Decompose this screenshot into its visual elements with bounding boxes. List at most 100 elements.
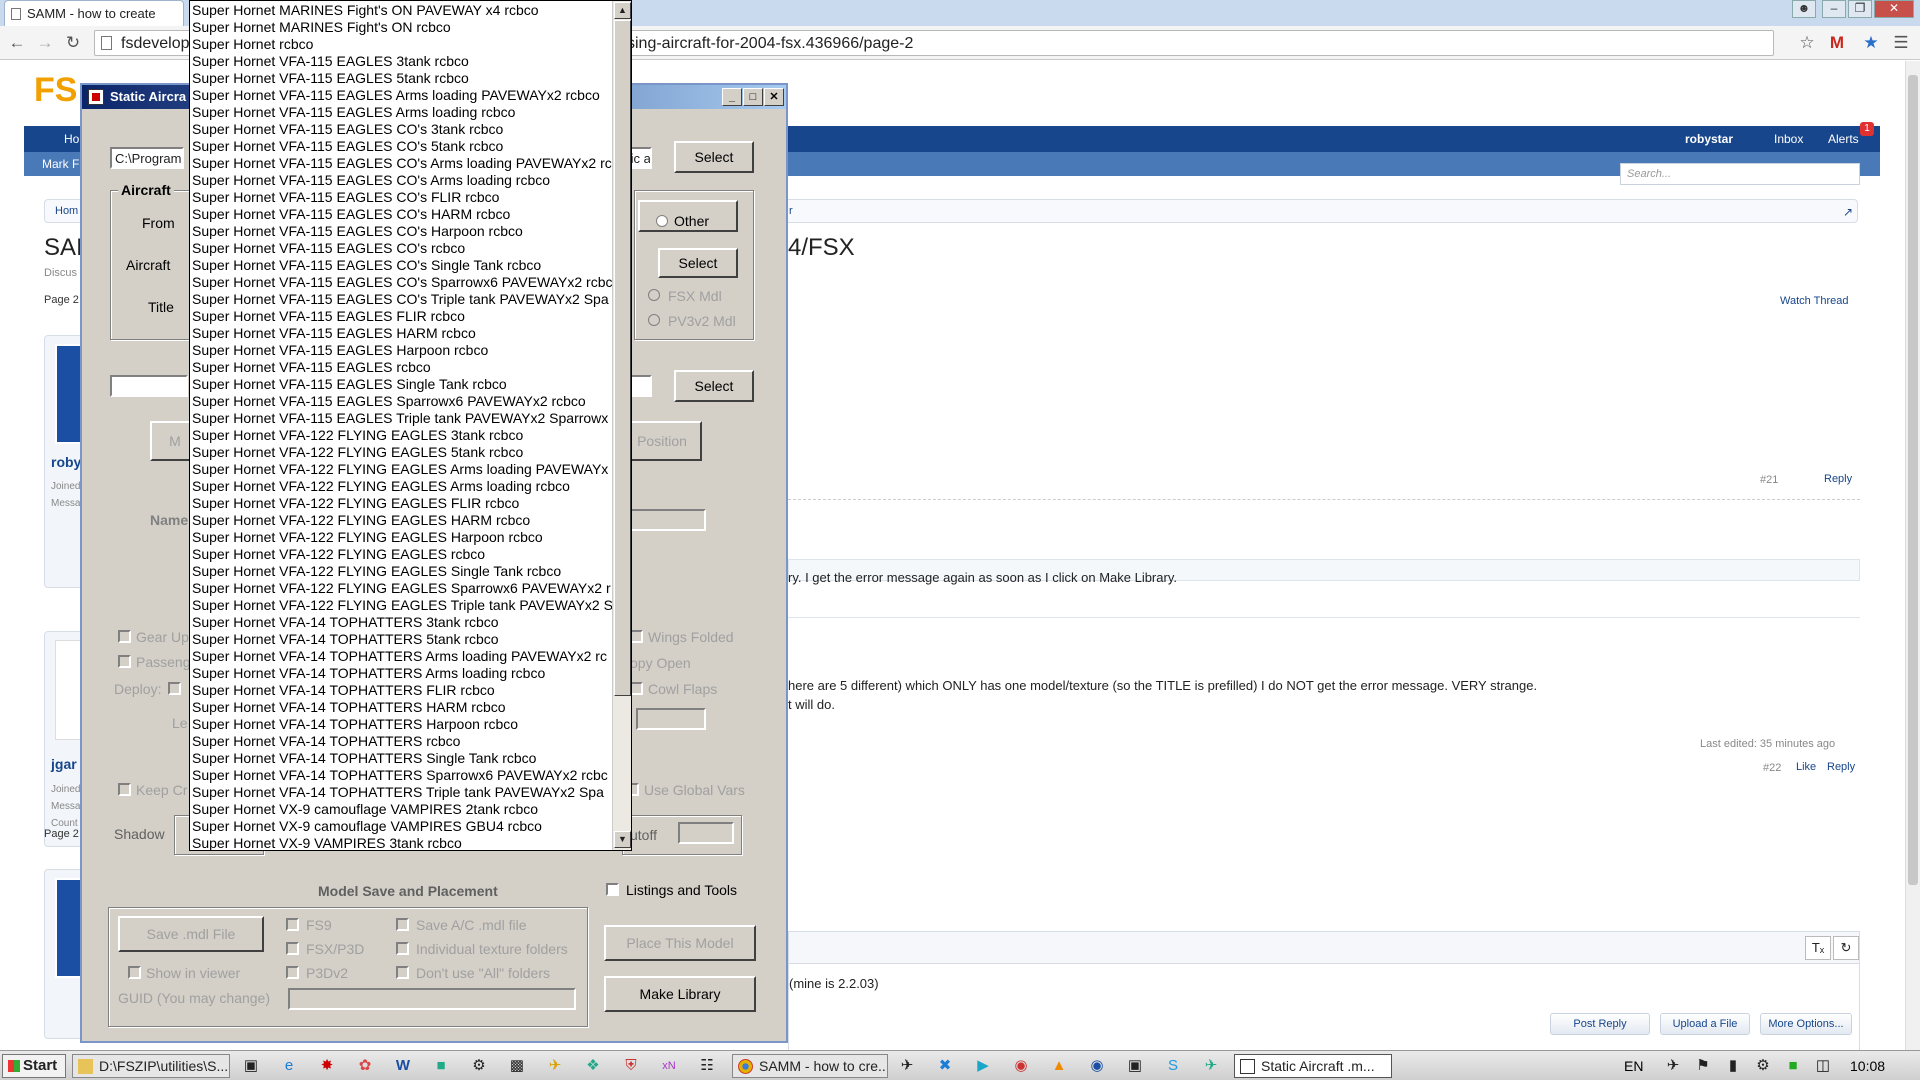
dropdown-item[interactable]: Super Hornet VFA-115 EAGLES CO's rcbco	[190, 240, 612, 257]
taskbar-explorer[interactable]: D:\FSZIP\utilities\S...	[72, 1054, 230, 1078]
subnav-mark[interactable]: Mark F	[42, 157, 79, 171]
guid-input[interactable]	[288, 988, 576, 1010]
nav-user[interactable]: robystar	[1685, 132, 1733, 146]
dialog-maximize-button[interactable]: □	[743, 88, 763, 106]
deploy-value-input[interactable]	[636, 708, 706, 730]
app-icon[interactable]: ■	[432, 1057, 450, 1075]
individual-texture-checkbox[interactable]	[396, 942, 409, 955]
name-input[interactable]	[622, 509, 706, 531]
app-icon[interactable]: ✿	[356, 1057, 374, 1075]
dropdown-item[interactable]: Super Hornet VFA-122 FLYING EAGLES 5tank…	[190, 444, 612, 461]
place-this-model-button[interactable]: Place This Model	[604, 925, 756, 961]
app-icon[interactable]: ▣	[1126, 1057, 1144, 1075]
dropdown-item[interactable]: Super Hornet VFA-115 EAGLES CO's Sparrow…	[190, 274, 612, 291]
app-icon[interactable]: ✈	[1202, 1057, 1220, 1075]
dropdown-item[interactable]: Super Hornet VFA-115 EAGLES CO's Arms lo…	[190, 172, 612, 189]
gmail-icon[interactable]: M	[1826, 32, 1848, 54]
dropdown-item[interactable]: Super Hornet VFA-122 FLYING EAGLES 3tank…	[190, 427, 612, 444]
app-icon[interactable]: ❖	[584, 1057, 602, 1075]
app-icon[interactable]: xN	[660, 1057, 678, 1075]
dropdown-item[interactable]: Super Hornet VFA-115 EAGLES CO's Triple …	[190, 291, 612, 308]
fsx-mdl-radio[interactable]	[648, 289, 660, 301]
page-scrollbar[interactable]	[1905, 61, 1920, 1050]
site-logo[interactable]: FS	[34, 71, 77, 110]
dropdown-item[interactable]: Super Hornet VFA-122 FLYING EAGLES Singl…	[190, 563, 612, 580]
select-aircraft-button[interactable]: Select	[658, 248, 738, 278]
select-path-button[interactable]: Select	[674, 141, 754, 173]
dropdown-scrollbar[interactable]: ▲ ▼	[612, 1, 631, 850]
skype-icon[interactable]: S	[1164, 1057, 1182, 1075]
dropdown-item[interactable]: Super Hornet VX-9 VAMPIRES 3tank rcbco	[190, 835, 612, 850]
cutoff-input[interactable]	[678, 822, 734, 844]
app-icon[interactable]: ◉	[1088, 1057, 1106, 1075]
dropdown-item[interactable]: Super Hornet VFA-122 FLYING EAGLES HARM …	[190, 512, 612, 529]
app-icon[interactable]: ☷	[698, 1057, 716, 1075]
dropdown-item[interactable]: Super Hornet VX-9 camouflage VAMPIRES GB…	[190, 818, 612, 835]
dropdown-item[interactable]: Super Hornet VFA-115 EAGLES rcbco	[190, 359, 612, 376]
app-icon[interactable]: ⛨	[622, 1057, 640, 1075]
dropdown-item[interactable]: Super Hornet VFA-115 EAGLES Arms loading…	[190, 104, 612, 121]
dont-use-all-checkbox[interactable]	[396, 966, 409, 979]
dropdown-item[interactable]: Super Hornet VFA-115 EAGLES Sparrowx6 PA…	[190, 393, 612, 410]
other-radio[interactable]	[656, 215, 668, 227]
vlc-icon[interactable]: ▲	[1050, 1057, 1068, 1075]
fs9-checkbox[interactable]	[286, 918, 299, 931]
dropdown-item[interactable]: Super Hornet VFA-115 EAGLES CO's 5tank r…	[190, 138, 612, 155]
minimize-button[interactable]: –	[1822, 0, 1846, 18]
dropdown-item[interactable]: Super Hornet MARINES Fight's ON PAVEWAY …	[190, 2, 612, 19]
library-path-input[interactable]: C:\Program F	[110, 147, 184, 169]
reply-link-22[interactable]: Reply	[1827, 761, 1855, 773]
quicklaunch-icon[interactable]: ▣	[242, 1057, 260, 1075]
dropdown-item[interactable]: Super Hornet VFA-14 TOPHATTERS Arms load…	[190, 648, 612, 665]
media-icon[interactable]: ▶	[974, 1057, 992, 1075]
dropdown-item[interactable]: Super Hornet VFA-14 TOPHATTERS FLIR rcbc…	[190, 682, 612, 699]
dropdown-item[interactable]: Super Hornet VFA-14 TOPHATTERS Harpoon r…	[190, 716, 612, 733]
app-icon[interactable]: ✈	[546, 1057, 564, 1075]
dropdown-item[interactable]: Super Hornet VFA-14 TOPHATTERS 3tank rcb…	[190, 614, 612, 631]
app-icon[interactable]: ⚙	[470, 1057, 488, 1075]
nav-inbox[interactable]: Inbox	[1774, 132, 1803, 146]
browser-tab-samm[interactable]: SAMM - how to create	[4, 0, 184, 26]
dropdown-item[interactable]: Super Hornet VX-9 camouflage VAMPIRES 2t…	[190, 801, 612, 818]
dropdown-item[interactable]: Super Hornet VFA-14 TOPHATTERS Single Ta…	[190, 750, 612, 767]
language-indicator[interactable]: EN	[1624, 1058, 1643, 1074]
word-icon[interactable]: W	[394, 1057, 412, 1075]
select-title-button[interactable]: Select	[674, 370, 754, 402]
dropdown-item[interactable]: Super Hornet VFA-122 FLYING EAGLES FLIR …	[190, 495, 612, 512]
position-button[interactable]: Position	[622, 421, 702, 461]
scroll-down-icon[interactable]: ▼	[614, 831, 631, 848]
dropdown-item[interactable]: Super Hornet VFA-115 EAGLES 3tank rcbco	[190, 53, 612, 70]
dropdown-item[interactable]: Super Hornet VFA-115 EAGLES Harpoon rcbc…	[190, 342, 612, 359]
post-reply-button[interactable]: Post Reply	[1550, 1013, 1650, 1035]
deploy-checkbox[interactable]	[168, 682, 181, 695]
scrollbar-thumb[interactable]	[1908, 75, 1918, 885]
keep-crew-checkbox[interactable]	[118, 783, 131, 796]
fsx-p3d-checkbox[interactable]	[286, 942, 299, 955]
p3dv2-checkbox[interactable]	[286, 966, 299, 979]
save-mdl-button[interactable]: Save .mdl File	[118, 916, 264, 952]
dropdown-item[interactable]: Super Hornet VFA-115 EAGLES FLIR rcbco	[190, 308, 612, 325]
app-icon[interactable]: ◉	[1012, 1057, 1030, 1075]
more-options-button[interactable]: More Options...	[1760, 1013, 1852, 1035]
make-library-button[interactable]: Make Library	[604, 976, 756, 1012]
username-jgar[interactable]: jgar	[51, 756, 77, 772]
start-button[interactable]: Start	[2, 1054, 66, 1078]
back-icon[interactable]: ←	[6, 32, 28, 54]
dropdown-item[interactable]: Super Hornet VFA-115 EAGLES CO's FLIR rc…	[190, 189, 612, 206]
watch-thread-link[interactable]: Watch Thread	[1780, 295, 1848, 307]
nav-home[interactable]: Ho	[64, 132, 79, 146]
nav-alerts[interactable]: Alerts	[1828, 132, 1859, 146]
dropdown-item[interactable]: Super Hornet VFA-14 TOPHATTERS HARM rcbc…	[190, 699, 612, 716]
tray-icon[interactable]: ■	[1784, 1057, 1802, 1075]
like-link[interactable]: Like	[1796, 761, 1816, 773]
close-button[interactable]: ✕	[1874, 0, 1914, 18]
restore-button[interactable]: ❐	[1848, 0, 1872, 18]
dialog-close-button[interactable]: ✕	[764, 88, 784, 106]
tray-icon[interactable]: ✈	[1664, 1057, 1682, 1075]
dropdown-item[interactable]: Super Hornet VFA-14 TOPHATTERS Sparrowx6…	[190, 767, 612, 784]
app-icon[interactable]: ✸	[318, 1057, 336, 1075]
dropdown-item[interactable]: Super Hornet VFA-14 TOPHATTERS 5tank rcb…	[190, 631, 612, 648]
title-input[interactable]	[110, 375, 188, 397]
gear-up-checkbox[interactable]	[118, 630, 131, 643]
dropdown-item[interactable]: Super Hornet VFA-115 EAGLES Single Tank …	[190, 376, 612, 393]
